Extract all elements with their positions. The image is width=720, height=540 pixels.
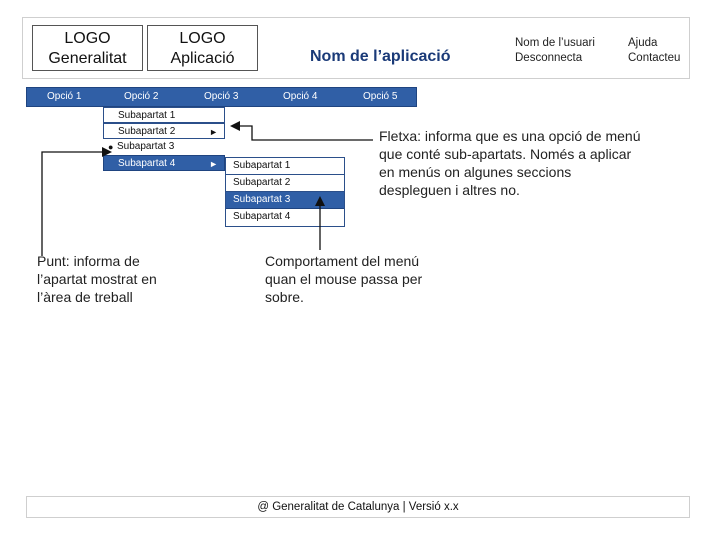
submenu1-item-subapartat-2[interactable]: Subapartat 2 ► xyxy=(103,123,225,139)
submenu1-item-subapartat-4[interactable]: Subapartat 4 ► xyxy=(103,155,225,171)
submenu-level-1: Subapartat 1 Subapartat 2 ► ● Subapartat… xyxy=(103,107,225,171)
submenu1-item-subapartat-3[interactable]: ● Subapartat 3 xyxy=(103,139,225,155)
logo-generalitat-line1: LOGO xyxy=(64,30,111,47)
point-explanation-note: Punt: informa de l’apartat mostrat en l’… xyxy=(37,253,157,305)
submenu1-item-label: Subapartat 4 xyxy=(118,158,176,169)
arrow-explanation-note: Fletxa: informa que es una opció de menú… xyxy=(379,128,641,198)
logout-link[interactable]: Desconnecta xyxy=(515,51,582,66)
app-footer: @ Generalitat de Catalunya | Versió x.x xyxy=(26,496,690,518)
menu-item-opcio-1[interactable]: Opció 1 xyxy=(47,88,81,106)
submenu-arrow-icon: ► xyxy=(209,159,218,169)
logo-aplicacio-line2: Aplicació xyxy=(170,50,235,67)
logo-generalitat-line2: Generalitat xyxy=(48,50,127,67)
contact-link[interactable]: Contacteu xyxy=(628,51,680,66)
logo-aplicacio[interactable]: LOGO Aplicació xyxy=(147,25,258,71)
submenu1-item-label: Subapartat 2 xyxy=(118,126,176,137)
logo-aplicacio-line1: LOGO xyxy=(179,30,226,47)
current-section-bullet-icon: ● xyxy=(108,142,114,152)
arrow-note-pointer xyxy=(230,121,373,141)
main-menu-bar: Opció 1 Opció 2 Opció 3 Opció 4 Opció 5 xyxy=(26,87,417,107)
submenu1-item-subapartat-1[interactable]: Subapartat 1 xyxy=(103,107,225,123)
submenu1-item-label: Subapartat 3 xyxy=(117,141,175,152)
submenu-level-2: Subapartat 1 Subapartat 2 Subapartat 3 S… xyxy=(225,157,345,227)
help-link[interactable]: Ajuda xyxy=(628,36,657,51)
menu-item-opcio-3[interactable]: Opció 3 xyxy=(204,88,238,106)
hover-explanation-note: Comportament del menú quan el mouse pass… xyxy=(265,253,423,305)
submenu2-item-subapartat-2[interactable]: Subapartat 2 xyxy=(226,175,344,192)
submenu2-item-subapartat-4[interactable]: Subapartat 4 xyxy=(226,209,344,226)
user-name[interactable]: Nom de l’usuari xyxy=(515,36,595,51)
submenu-arrow-icon: ► xyxy=(209,127,218,137)
logo-generalitat[interactable]: LOGO Generalitat xyxy=(32,25,143,71)
app-name-title: Nom de l’aplicació xyxy=(310,48,451,65)
submenu2-item-subapartat-1[interactable]: Subapartat 1 xyxy=(226,158,344,175)
submenu1-item-label: Subapartat 1 xyxy=(118,110,176,121)
point-note-pointer xyxy=(41,147,112,256)
footer-copyright: @ Generalitat de Catalunya | Versió x.x xyxy=(257,501,459,513)
menu-item-opcio-5[interactable]: Opció 5 xyxy=(363,88,397,106)
menu-item-opcio-2[interactable]: Opció 2 xyxy=(124,88,158,106)
submenu2-item-subapartat-3[interactable]: Subapartat 3 xyxy=(226,192,344,209)
menu-item-opcio-4[interactable]: Opció 4 xyxy=(283,88,317,106)
